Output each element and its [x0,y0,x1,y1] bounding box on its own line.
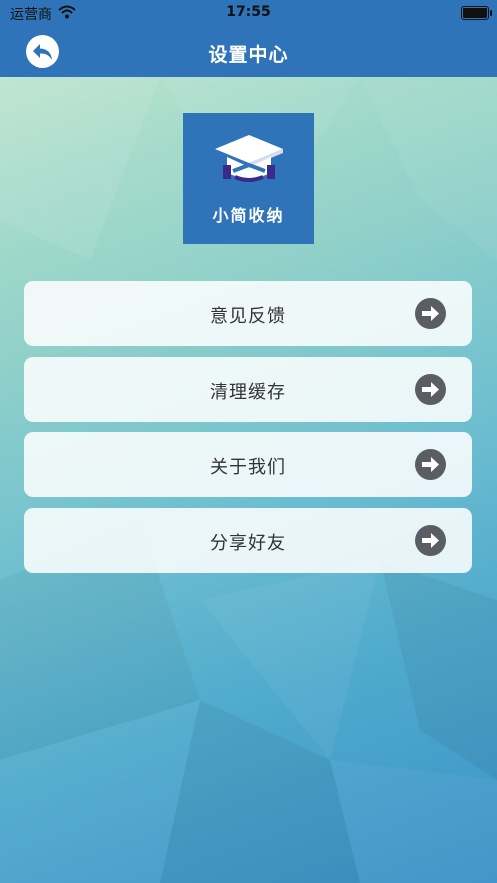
logo-text: 小简收纳 [212,206,285,225]
settings-screen: 运营商 17:55 设置中心 小简收纳 意见反馈 清理缓存 关于我们 分享好友 [0,0,497,883]
page-title: 设置中心 [208,44,289,66]
menu-item-share-friends[interactable]: 分享好友 [24,508,472,573]
menu-item-feedback[interactable]: 意见反馈 [24,281,472,346]
battery-icon [461,6,492,20]
arrow-right-circle-icon [415,298,446,329]
menu-item-label: 关于我们 [210,457,286,478]
menu-item-clear-cache[interactable]: 清理缓存 [24,357,472,422]
arrow-right-circle-icon [415,525,446,556]
arrow-right-circle-icon [415,374,446,405]
header-bar: 运营商 17:55 设置中心 [0,0,497,77]
menu-item-label: 分享好友 [210,533,286,554]
menu-item-label: 意见反馈 [210,306,286,327]
app-logo: 小简收纳 [183,113,314,244]
status-time: 17:55 [226,4,271,20]
status-bar: 运营商 17:55 [0,0,497,26]
graduation-cap-icon [215,135,283,182]
menu-item-about-us[interactable]: 关于我们 [24,432,472,497]
arrow-right-circle-icon [415,449,446,480]
menu-item-label: 清理缓存 [210,382,286,403]
